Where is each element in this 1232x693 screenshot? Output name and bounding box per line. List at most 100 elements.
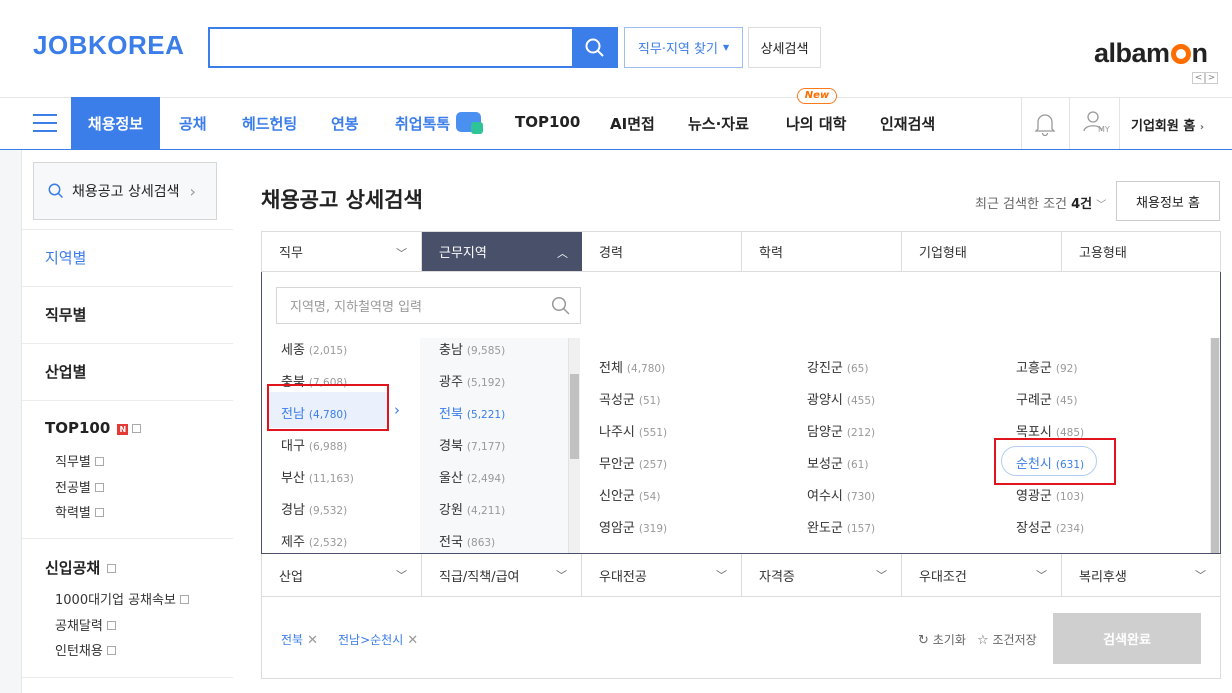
nav-news[interactable]: 뉴스·자료 (688, 113, 749, 134)
popup-icon (107, 564, 117, 573)
next-arrow-icon[interactable]: > (1205, 72, 1218, 84)
nav-job-talk[interactable]: 취업톡톡 (395, 113, 450, 134)
city-count: (54) (638, 491, 661, 503)
tab-work-area[interactable]: 근무지역 ︿ (422, 232, 582, 271)
sidebar-sub-gongchae-calendar[interactable]: 공채달력 (55, 615, 116, 634)
tab-education[interactable]: 학력 (742, 232, 902, 271)
detail-search-button[interactable]: 상세검색 (748, 27, 821, 68)
region-item[interactable]: 충남 (9,585) (439, 339, 505, 358)
sidebar-sub-gongchae-intern[interactable]: 인턴채용 (55, 640, 116, 659)
sidebar-detail-search-button[interactable]: 채용공고 상세검색 › (33, 162, 217, 220)
city-item[interactable]: 강진군 (65) (807, 357, 868, 376)
nav-salary[interactable]: 연봉 (331, 113, 359, 134)
sidebar-item-top100[interactable]: TOP100 N (45, 419, 142, 437)
divider (22, 677, 233, 678)
city-item[interactable]: 여수시 (730) (807, 485, 875, 504)
sidebar-sub-top100-major[interactable]: 전공별 (55, 477, 104, 496)
region-item[interactable]: 전국 (863) (439, 531, 495, 550)
city-item[interactable]: 보성군 (61) (807, 453, 868, 472)
hamburger-menu-icon[interactable] (33, 114, 57, 132)
city-item[interactable]: 나주시 (551) (599, 421, 667, 440)
sidebar-item-job[interactable]: 직무별 (45, 304, 86, 325)
city-item[interactable]: 영암군 (319) (599, 517, 667, 536)
city-item[interactable]: 전체 (4,780) (599, 357, 665, 376)
tab-position-salary[interactable]: 직급/직책/급여 ﹀ (422, 554, 582, 596)
bell-icon[interactable] (1034, 112, 1056, 136)
nav-top100[interactable]: TOP100 (515, 113, 580, 131)
region-name: 광주 (439, 375, 463, 390)
search-icon[interactable] (551, 296, 571, 316)
albamon-banner-nav: < > (1192, 72, 1218, 84)
region-item[interactable]: 부산 (11,163) (281, 467, 354, 486)
tab-employment-type[interactable]: 고용형태 (1062, 232, 1220, 271)
search-complete-button[interactable]: 검색완료 (1053, 613, 1201, 664)
city-item[interactable]: 구례군 (45) (1016, 389, 1077, 408)
city-item[interactable]: 담양군 (212) (807, 421, 875, 440)
region-scrollbar[interactable] (568, 338, 580, 553)
search-button[interactable] (572, 27, 618, 68)
chip-label: 전남>순천시 (338, 633, 404, 647)
job-info-home-button[interactable]: 채용정보 홈 (1116, 181, 1220, 221)
job-area-find-button[interactable]: 직무·지역 찾기 ▼ (624, 27, 743, 68)
tab-industry[interactable]: 산업 ﹀ (262, 554, 422, 596)
tab-preferred-condition[interactable]: 우대조건 ﹀ (902, 554, 1062, 596)
tab-preferred-major[interactable]: 우대전공 ﹀ (582, 554, 742, 596)
my-page-icon[interactable]: MY (1083, 110, 1113, 138)
city-item[interactable]: 영광군 (103) (1016, 485, 1084, 504)
save-condition-button[interactable]: ☆ 조건저장 (977, 631, 1037, 648)
region-item[interactable]: 울산 (2,494) (439, 467, 505, 486)
sidebar-item-region[interactable]: 지역별 (45, 247, 86, 268)
city-item[interactable]: 신안군 (54) (599, 485, 660, 504)
tab-job[interactable]: 직무 ﹀ (262, 232, 422, 271)
search-input[interactable] (208, 27, 574, 68)
region-item[interactable]: 제주 (2,532) (281, 531, 347, 550)
region-item[interactable]: 대구 (6,988) (281, 435, 347, 454)
tab-certificate[interactable]: 자격증 ﹀ (742, 554, 902, 596)
close-icon[interactable]: ✕ (307, 633, 318, 648)
city-name: 영광군 (1016, 489, 1052, 504)
city-item[interactable]: 장성군 (234) (1016, 517, 1084, 536)
reset-button[interactable]: ↻ 초기화 (918, 631, 966, 648)
region-item[interactable]: 경남 (9,532) (281, 499, 347, 518)
recent-conditions-dropdown[interactable]: 최근 검색한 조건 4건 ﹀ (975, 193, 1106, 212)
tab-welfare[interactable]: 복리후생 ﹀ (1062, 554, 1220, 596)
nav-headhunting[interactable]: 헤드헌팅 (242, 113, 297, 134)
city-scrollbar[interactable] (1210, 338, 1220, 553)
sidebar-sub-gongchae-1000[interactable]: 1000대기업 공채속보 (55, 589, 189, 608)
nav-talent-search[interactable]: 인재검색 (880, 113, 935, 134)
area-search-input[interactable]: 지역명, 지하철역명 입력 (276, 287, 581, 324)
sidebar-sub-top100-edu[interactable]: 학력별 (55, 502, 104, 521)
divider (1069, 98, 1070, 149)
selected-chip[interactable]: 전북 ✕ (281, 631, 318, 648)
region-item[interactable]: 광주 (5,192) (439, 371, 505, 390)
close-icon[interactable]: ✕ (407, 633, 418, 648)
filter-tabs: 직무 ﹀ 근무지역 ︿ 경력 학력 기업형태 고용형태 (261, 231, 1221, 272)
region-item[interactable]: 세종 (2,015) (281, 339, 347, 358)
nav-ai-interview[interactable]: AI면접 (610, 113, 655, 134)
tab-career[interactable]: 경력 (582, 232, 742, 271)
nav-gongchae[interactable]: 공채 (179, 113, 207, 134)
albamon-logo[interactable]: albam n (1094, 38, 1208, 69)
nav-my-university[interactable]: 나의 대학 (786, 113, 846, 134)
divider (1119, 98, 1120, 149)
prev-arrow-icon[interactable]: < (1192, 72, 1205, 84)
sidebar-sub-top100-job[interactable]: 직무별 (55, 451, 104, 470)
chevron-up-icon: ︿ (557, 247, 568, 260)
region-item[interactable]: 강원 (4,211) (439, 499, 505, 518)
region-name: 충남 (439, 343, 463, 358)
sidebar-item-industry[interactable]: 산업별 (45, 361, 86, 382)
region-item[interactable]: 경북 (7,177) (439, 435, 505, 454)
jobkorea-logo[interactable]: JOBKOREA (33, 30, 184, 61)
highlight-box-region (267, 384, 389, 431)
corporate-home-link[interactable]: 기업회원 홈 › (1131, 115, 1204, 134)
region-item-checked[interactable]: 전북 (5,221) (439, 403, 505, 422)
nav-job-info[interactable]: 채용정보 (71, 97, 160, 150)
tab-company-type[interactable]: 기업형태 (902, 232, 1062, 271)
city-item[interactable]: 곡성군 (51) (599, 389, 660, 408)
sidebar-item-gongchae[interactable]: 신입공채 (45, 557, 117, 578)
city-item[interactable]: 무안군 (257) (599, 453, 667, 472)
city-item[interactable]: 광양시 (455) (807, 389, 875, 408)
city-item[interactable]: 고흥군 (92) (1016, 357, 1077, 376)
city-item[interactable]: 완도군 (157) (807, 517, 875, 536)
selected-chip[interactable]: 전남>순천시 ✕ (338, 631, 418, 648)
